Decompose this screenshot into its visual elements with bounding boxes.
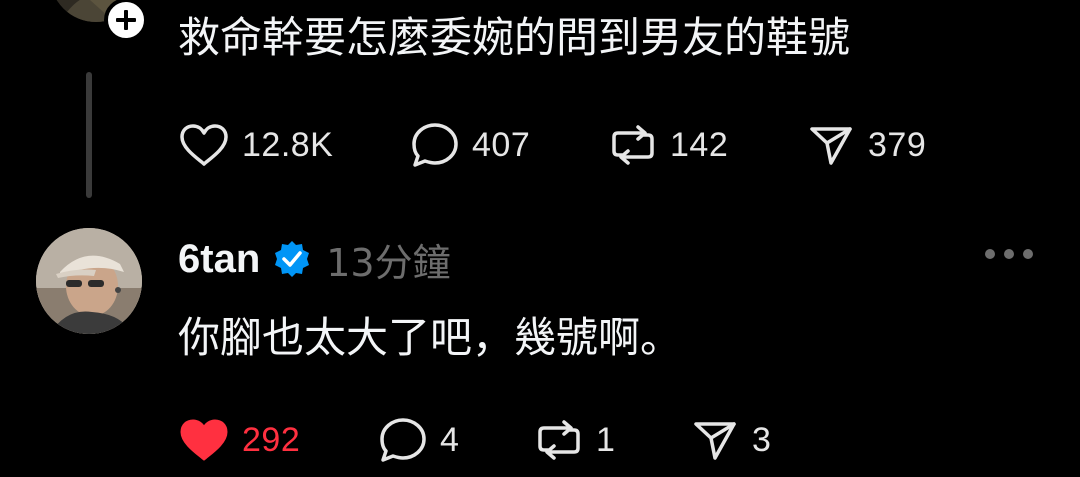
repost-button[interactable]: 142 — [608, 121, 806, 169]
reply-text: 你腳也太大了吧，幾號啊。 — [178, 313, 683, 362]
reply-comment-button[interactable]: 4 — [378, 416, 534, 464]
more-options-icon-dot — [985, 249, 995, 259]
more-options-icon-dot — [1023, 249, 1033, 259]
share-count: 379 — [868, 125, 927, 164]
heart-icon — [180, 419, 228, 461]
reply-share-count: 3 — [752, 420, 772, 459]
like-count: 12.8K — [242, 125, 334, 164]
like-button[interactable]: 12.8K — [178, 121, 410, 169]
repost-icon — [612, 125, 654, 165]
send-icon — [694, 422, 736, 460]
reply-share-button[interactable]: 3 — [690, 416, 771, 464]
reply-repost-count: 1 — [596, 420, 616, 459]
reply-author-avatar[interactable] — [36, 228, 142, 334]
reply-like-count: 292 — [242, 420, 301, 459]
reply-comment-count: 4 — [440, 420, 460, 459]
comment-bubble-icon — [412, 123, 458, 167]
reply-repost-button[interactable]: 1 — [534, 416, 690, 464]
reply-header: 6tan 13分鐘 — [178, 232, 451, 286]
post-text: 救命幹要怎麼委婉的問到男友的鞋號 — [178, 13, 851, 62]
reply-avatar-image — [36, 228, 142, 334]
follow-button[interactable] — [104, 0, 148, 42]
repost-icon — [538, 420, 580, 460]
verified-badge-icon — [275, 241, 310, 277]
reply-timestamp: 13分鐘 — [326, 240, 451, 285]
share-button[interactable]: 379 — [806, 121, 926, 169]
comment-button[interactable]: 407 — [410, 121, 608, 169]
more-options-icon-dot — [1004, 249, 1014, 259]
thread-line — [86, 72, 92, 198]
heart-icon — [180, 124, 228, 166]
post-action-bar: 12.8K 407 142 379 — [178, 121, 926, 169]
repost-count: 142 — [670, 125, 729, 164]
reply-like-button[interactable]: 292 — [178, 416, 378, 464]
comment-count: 407 — [472, 125, 531, 164]
send-icon — [810, 127, 852, 165]
more-options-button[interactable] — [985, 244, 1033, 264]
reply-action-bar: 292 4 1 3 — [178, 416, 771, 464]
reply-username[interactable]: 6tan — [178, 237, 260, 282]
plus-icon — [116, 10, 136, 30]
comment-bubble-icon — [380, 418, 426, 462]
